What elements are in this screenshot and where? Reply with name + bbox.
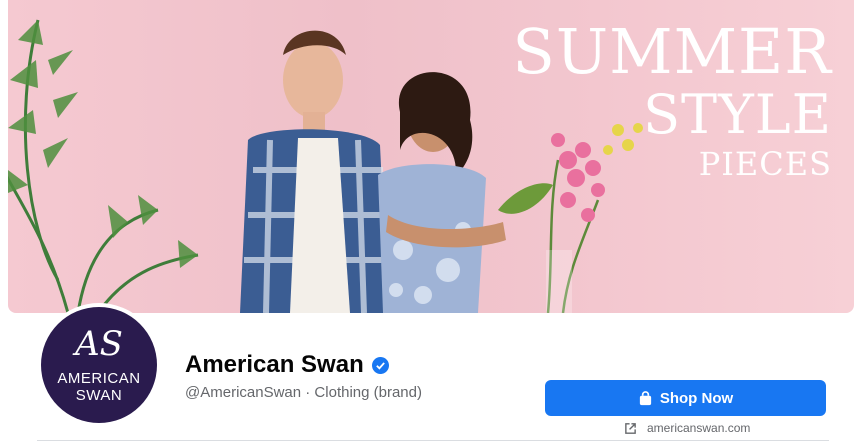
shop-now-button[interactable]: Shop Now <box>545 380 826 416</box>
section-divider <box>37 440 829 441</box>
cover-photo[interactable]: SUMMER STYLE PIECES <box>8 0 854 313</box>
shopping-bag-icon <box>639 390 651 405</box>
external-link-icon <box>625 422 636 434</box>
headline-line-3: PIECES <box>698 145 832 183</box>
brand-logo: AS AMERICAN SWAN <box>41 307 157 423</box>
website-url: americanswan.com <box>647 421 751 435</box>
page-title[interactable]: American Swan <box>185 351 389 379</box>
profile-picture[interactable]: AS AMERICAN SWAN <box>37 303 161 427</box>
logo-monogram: AS <box>75 324 123 364</box>
shop-now-label: Shop Now <box>659 389 734 407</box>
logo-line-1: AMERICAN <box>57 370 141 387</box>
verified-badge-icon <box>371 356 389 374</box>
website-link[interactable]: americanswan.com <box>624 421 750 435</box>
logo-line-2: SWAN <box>75 387 123 404</box>
headline-line-2: STYLE <box>643 83 832 146</box>
page-handle-category: @AmericanSwan · Clothing (brand) <box>185 384 422 401</box>
headline-line-1: SUMMER <box>512 15 832 88</box>
page-name-text: American Swan <box>185 351 364 378</box>
cover-headline: SUMMER STYLE PIECES <box>452 18 832 184</box>
